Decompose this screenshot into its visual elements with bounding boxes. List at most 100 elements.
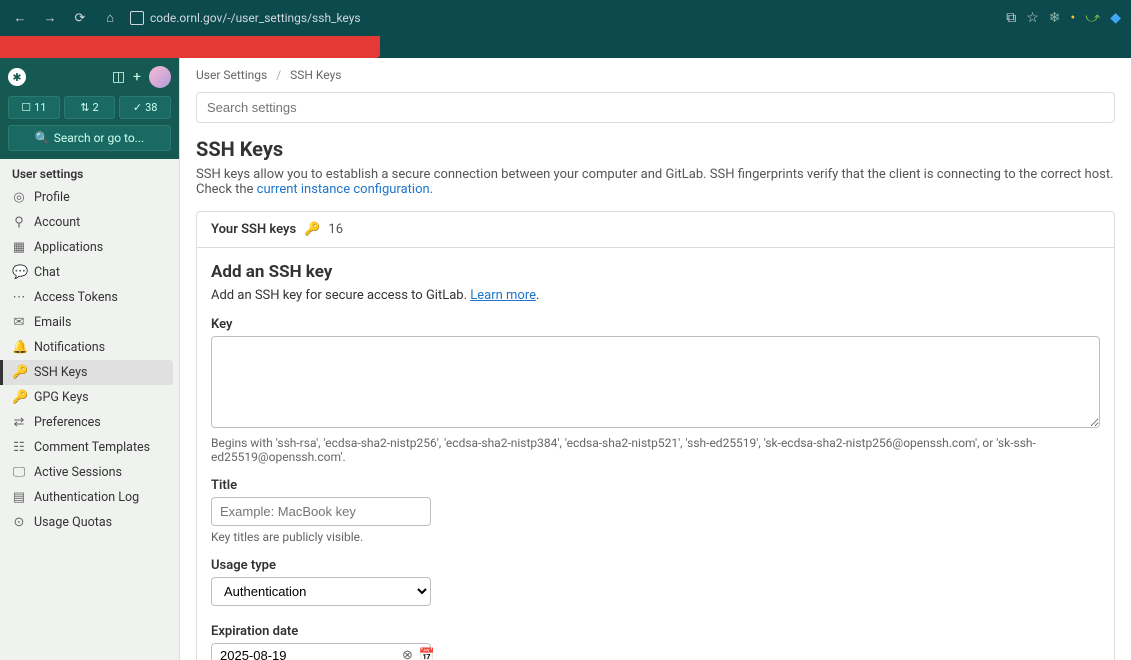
nav-label: Chat [34, 265, 60, 280]
sidebar-item-account[interactable]: ⚲ Account [0, 210, 179, 235]
nav-label: Account [34, 215, 80, 230]
reload-icon[interactable]: ⟳ [70, 11, 90, 26]
sidebar-item-notifications[interactable]: 🔔 Notifications [0, 335, 179, 360]
nav-label: Access Tokens [34, 290, 118, 305]
expiration-input[interactable] [220, 648, 396, 660]
add-ssh-desc: Add an SSH key for secure access to GitL… [211, 288, 1100, 303]
nav-label: Active Sessions [34, 465, 122, 480]
counter-icon: ⇅ [80, 101, 89, 114]
nav-icon: ⚲ [12, 215, 26, 230]
address-bar[interactable]: code.ornl.gov/-/user_settings/ssh_keys [130, 11, 361, 25]
nav-label: Notifications [34, 340, 105, 355]
nav-icon: 🔑 [12, 365, 26, 380]
page-description: SSH keys allow you to establish a secure… [196, 167, 1115, 197]
ssh-keys-panel: Your SSH keys 🔑 16 Add an SSH key Add an… [196, 211, 1115, 660]
nav-icon: 🔔 [12, 340, 26, 355]
nav-icon: ⋯ [12, 290, 26, 305]
main-content: User Settings / SSH Keys SSH Keys SSH ke… [180, 58, 1131, 660]
search-icon: 🔍 [35, 131, 50, 145]
expiration-label: Expiration date [211, 624, 1100, 639]
key-count: 16 [328, 222, 343, 237]
nav-icon: 🖵 [12, 465, 26, 480]
bookmark-bar [0, 36, 1131, 58]
nav-label: Preferences [34, 415, 101, 430]
nav-label: GPG Keys [34, 390, 89, 405]
collapse-icon[interactable]: ◫ [112, 69, 125, 85]
your-keys-label: Your SSH keys [211, 222, 296, 237]
ext-2-icon[interactable]: • [1071, 10, 1076, 26]
home-icon[interactable]: ⌂ [100, 10, 120, 26]
nav-label: Applications [34, 240, 103, 255]
breadcrumb-root[interactable]: User Settings [196, 68, 267, 82]
nav-icon: ✉ [12, 315, 26, 330]
sidebar-item-authentication-log[interactable]: ▤ Authentication Log [0, 485, 179, 510]
add-ssh-title: Add an SSH key [211, 262, 1100, 282]
sidebar-item-comment-templates[interactable]: ☷Comment Templates [0, 435, 179, 460]
key-label: Key [211, 317, 1100, 332]
nav-icon: ◎ [12, 190, 26, 205]
learn-more-link[interactable]: Learn more [470, 288, 536, 303]
sidebar-item-active-sessions[interactable]: 🖵 Active Sessions [0, 460, 179, 485]
clear-date-icon[interactable]: ⊗ [402, 648, 413, 660]
user-avatar[interactable] [149, 66, 171, 88]
sidebar-section-title: User settings [0, 159, 179, 185]
nav-label: Emails [34, 315, 71, 330]
nav-icon: ▦ [12, 240, 26, 255]
counter-value: 2 [93, 101, 99, 114]
panel-header: Your SSH keys 🔑 16 [197, 212, 1114, 248]
title-input[interactable] [211, 497, 431, 526]
counter-button-2[interactable]: ✓38 [119, 96, 171, 119]
search-go-button[interactable]: 🔍Search or go to... [8, 125, 171, 151]
star-icon[interactable]: ☆ [1026, 10, 1039, 26]
nav-label: Authentication Log [34, 490, 139, 505]
key-icon: 🔑 [304, 222, 320, 237]
url-text: code.ornl.gov/-/user_settings/ssh_keys [150, 11, 361, 25]
counter-value: 38 [145, 101, 157, 114]
nav-icon: ☷ [12, 440, 26, 455]
ext-4-icon[interactable]: ◆ [1110, 10, 1121, 26]
redacted-bar [0, 36, 380, 58]
counter-icon: ✓ [133, 101, 142, 114]
sidebar-item-preferences[interactable]: ⇄ Preferences [0, 410, 179, 435]
sidebar-item-profile[interactable]: ◎ Profile [0, 185, 179, 210]
nav-label: SSH Keys [34, 365, 87, 380]
key-help-text: Begins with 'ssh-rsa', 'ecdsa-sha2-nistp… [211, 436, 1100, 464]
usage-type-select[interactable]: Authentication [211, 577, 431, 606]
breadcrumb: User Settings / SSH Keys [196, 68, 1115, 82]
sidebar-item-gpg-keys[interactable]: 🔑 GPG Keys [0, 385, 179, 410]
usage-type-label: Usage type [211, 558, 1100, 573]
instance-config-link[interactable]: current instance configuration [257, 182, 430, 197]
calendar-icon[interactable]: 📅 [419, 648, 435, 660]
page-title: SSH Keys [196, 137, 1115, 161]
counter-button-1[interactable]: ⇅2 [64, 96, 116, 119]
sidebar-item-emails[interactable]: ✉ Emails [0, 310, 179, 335]
title-help-text: Key titles are publicly visible. [211, 530, 1100, 544]
back-icon[interactable]: ← [10, 10, 30, 26]
nav-label: Usage Quotas [34, 515, 112, 530]
sidebar-item-access-tokens[interactable]: ⋯ Access Tokens [0, 285, 179, 310]
forward-icon[interactable]: → [40, 10, 60, 26]
sidebar: ✱ ◫ + ☐11⇅2✓38 🔍Search or go to... User … [0, 58, 180, 660]
sidebar-item-ssh-keys[interactable]: 🔑 SSH Keys [0, 360, 173, 385]
nav-icon: ⊙ [12, 515, 26, 530]
nav-label: Profile [34, 190, 70, 205]
ext-1-icon[interactable]: ❄ [1049, 10, 1061, 26]
nav-icon: 🔑 [12, 390, 26, 405]
nav-icon: 💬 [12, 265, 26, 280]
sidebar-item-applications[interactable]: ▦ Applications [0, 235, 179, 260]
nav-icon: ⇄ [12, 415, 26, 430]
key-textarea[interactable] [211, 336, 1100, 428]
search-settings-input[interactable] [196, 92, 1115, 123]
ext-3-icon[interactable]: ⤻ [1085, 10, 1100, 26]
counter-value: 11 [34, 101, 46, 114]
site-info-icon[interactable] [130, 11, 144, 25]
sidebar-item-usage-quotas[interactable]: ⊙ Usage Quotas [0, 510, 179, 535]
gitlab-logo-icon[interactable]: ✱ [8, 68, 26, 86]
sidebar-item-chat[interactable]: 💬 Chat [0, 260, 179, 285]
title-label: Title [211, 478, 1100, 493]
breadcrumb-current: SSH Keys [290, 68, 341, 82]
nav-icon: ▤ [12, 490, 26, 505]
plus-icon[interactable]: + [133, 69, 141, 85]
counter-button-0[interactable]: ☐11 [8, 96, 60, 119]
extension-icon[interactable]: ⧉ [1006, 10, 1016, 26]
